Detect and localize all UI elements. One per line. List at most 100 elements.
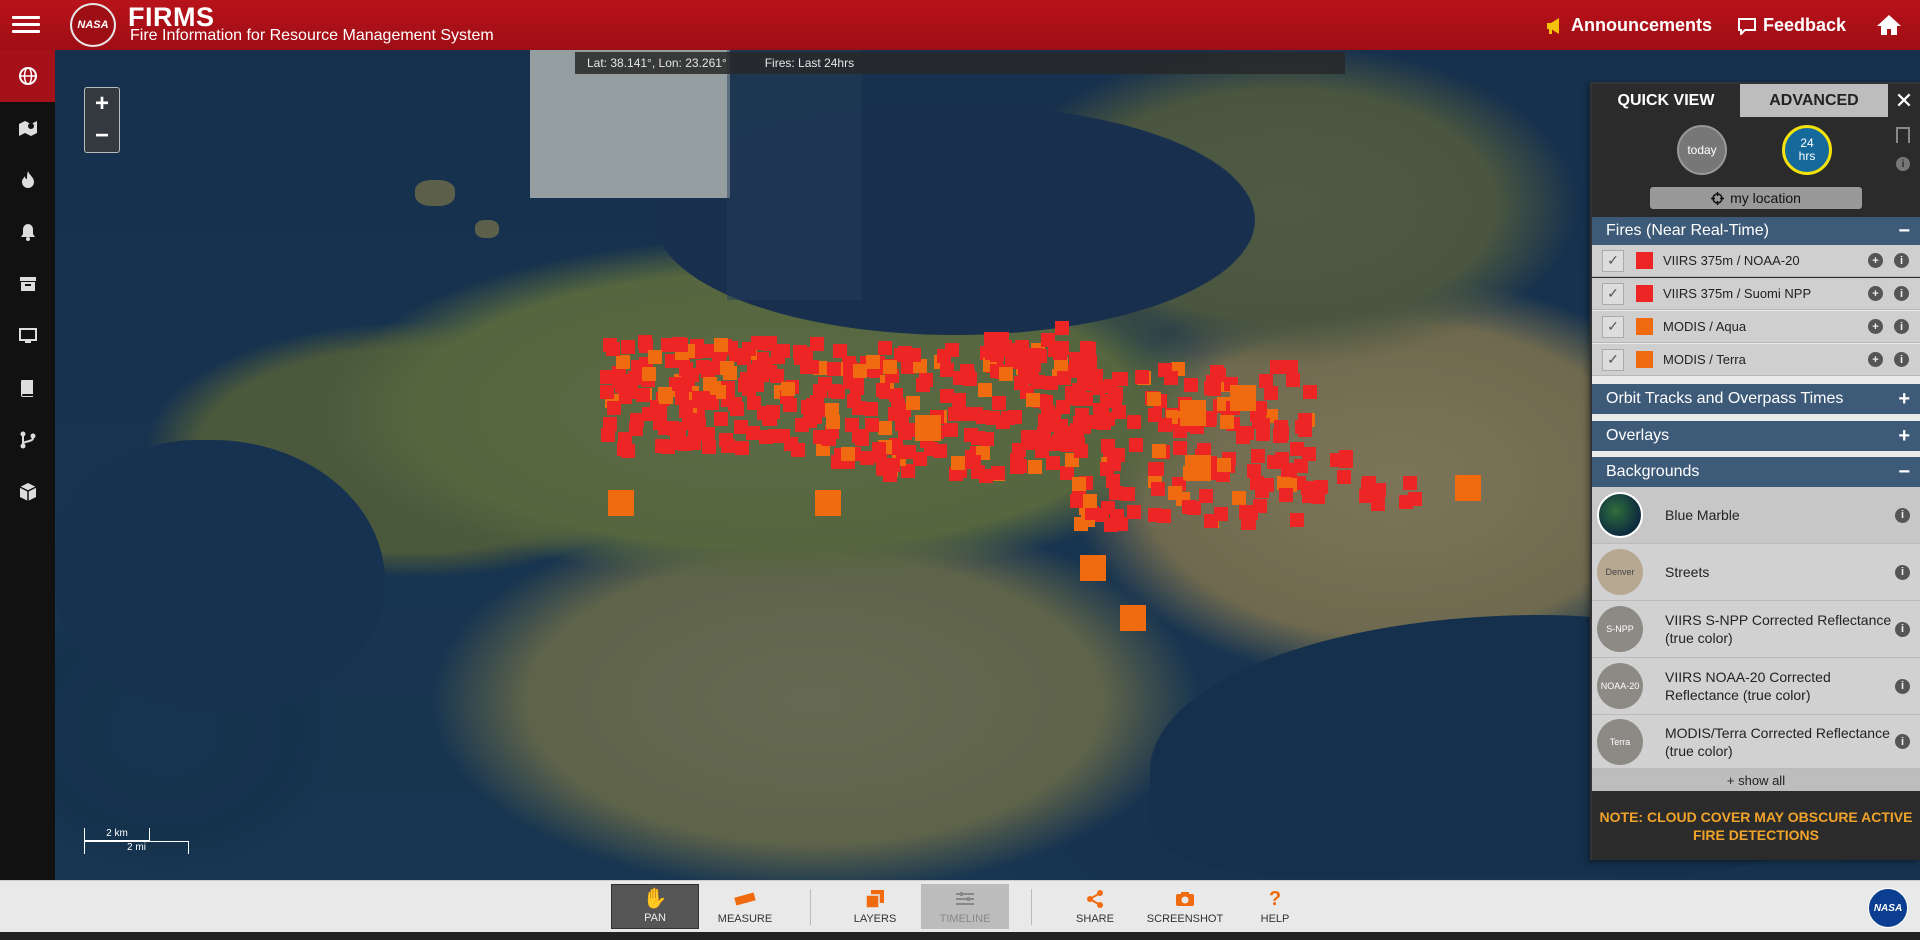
fire-detection-marker[interactable]	[888, 406, 903, 421]
fire-detection-marker[interactable]	[780, 382, 795, 397]
fire-detection-marker[interactable]	[1219, 414, 1234, 429]
fire-detection-marker[interactable]	[865, 417, 880, 432]
fire-detection-marker[interactable]	[841, 446, 856, 461]
fire-detection-marker[interactable]	[833, 343, 848, 358]
fire-detection-marker[interactable]	[1027, 460, 1042, 475]
fire-detection-marker[interactable]	[734, 419, 749, 434]
fire-detection-marker[interactable]	[852, 400, 867, 415]
fire-detection-marker[interactable]	[1057, 371, 1072, 386]
fire-detection-marker[interactable]	[1407, 491, 1422, 506]
fire-detection-marker[interactable]	[866, 355, 881, 370]
fire-detection-marker[interactable]	[686, 436, 701, 451]
fire-detection-marker[interactable]	[877, 420, 892, 435]
fire-detection-marker[interactable]	[966, 455, 981, 470]
my-location-button[interactable]: my location	[1650, 187, 1862, 209]
screenshot-tool[interactable]: SCREENSHOT	[1141, 884, 1229, 929]
fire-detection-marker[interactable]	[1455, 475, 1481, 501]
layer-row[interactable]: ✓ MODIS / Terra + i	[1592, 344, 1920, 376]
fire-detection-marker[interactable]	[620, 340, 635, 355]
fire-detection-marker[interactable]	[1120, 605, 1146, 631]
layer-checkbox[interactable]: ✓	[1602, 249, 1624, 272]
plus-circle-icon[interactable]: +	[1868, 253, 1883, 268]
fire-detection-marker[interactable]	[701, 395, 716, 410]
sidebar-item-map[interactable]	[0, 102, 55, 154]
fire-detection-marker[interactable]	[1146, 392, 1161, 407]
fire-detection-marker[interactable]	[736, 350, 751, 365]
fire-detection-marker[interactable]	[1371, 496, 1386, 511]
sidebar-item-archive[interactable]	[0, 258, 55, 310]
zoom-in-button[interactable]: +	[85, 88, 119, 120]
overlays-section-header[interactable]: Overlays +	[1592, 421, 1920, 451]
fire-detection-marker[interactable]	[1402, 475, 1417, 490]
fire-detection-marker[interactable]	[1172, 440, 1187, 455]
info-icon[interactable]: i	[1894, 319, 1909, 334]
fire-detection-marker[interactable]	[1294, 458, 1309, 473]
bookmark-icon[interactable]	[1896, 127, 1910, 143]
plus-circle-icon[interactable]: +	[1868, 352, 1883, 367]
info-icon[interactable]: i	[1894, 286, 1909, 301]
background-option[interactable]: NOAA-20 VIIRS NOAA-20 Corrected Reflecta…	[1592, 658, 1920, 715]
fire-detection-marker[interactable]	[1206, 375, 1221, 390]
fire-detection-marker[interactable]	[1147, 462, 1162, 477]
fire-detection-marker[interactable]	[1198, 489, 1213, 504]
fire-detection-marker[interactable]	[696, 359, 711, 374]
fire-detection-marker[interactable]	[820, 431, 835, 446]
plus-circle-icon[interactable]: +	[1868, 286, 1883, 301]
layer-checkbox[interactable]: ✓	[1602, 315, 1624, 338]
sidebar-item-branch[interactable]	[0, 414, 55, 466]
fire-detection-marker[interactable]	[1185, 455, 1211, 481]
fire-detection-marker[interactable]	[1053, 432, 1068, 447]
close-panel-button[interactable]: ✕	[1888, 84, 1920, 117]
fire-detection-marker[interactable]	[943, 423, 958, 438]
fire-detection-marker[interactable]	[679, 404, 694, 419]
fire-detection-marker[interactable]	[762, 336, 777, 351]
fire-detection-marker[interactable]	[1099, 393, 1114, 408]
fire-detection-marker[interactable]	[702, 376, 717, 391]
fire-detection-marker[interactable]	[889, 388, 904, 403]
fire-detection-marker[interactable]	[671, 436, 686, 451]
fire-detection-marker[interactable]	[1216, 457, 1231, 472]
background-option[interactable]: Blue Marble i	[1592, 487, 1920, 544]
sidebar-item-fire[interactable]	[0, 154, 55, 206]
fire-detection-marker[interactable]	[1372, 482, 1387, 497]
fire-detection-marker[interactable]	[673, 338, 688, 353]
fire-detection-marker[interactable]	[1152, 444, 1167, 459]
fire-detection-marker[interactable]	[1252, 499, 1267, 514]
fire-detection-marker[interactable]	[1100, 412, 1115, 427]
info-icon[interactable]: i	[1894, 253, 1909, 268]
fire-detection-marker[interactable]	[630, 412, 645, 427]
background-option[interactable]: Terra MODIS/Terra Corrected Reflectance …	[1592, 715, 1920, 769]
today-button[interactable]: today	[1677, 125, 1727, 175]
orbit-section-header[interactable]: Orbit Tracks and Overpass Times +	[1592, 384, 1920, 414]
info-icon[interactable]: i	[1895, 734, 1910, 749]
fire-detection-marker[interactable]	[1250, 449, 1265, 464]
fire-detection-marker[interactable]	[828, 384, 843, 399]
fire-detection-marker[interactable]	[1232, 490, 1247, 505]
fire-detection-marker[interactable]	[954, 406, 969, 421]
fire-detection-marker[interactable]	[602, 417, 617, 432]
fire-detection-marker[interactable]	[714, 412, 729, 427]
layer-checkbox[interactable]: ✓	[1602, 348, 1624, 371]
info-icon[interactable]: i	[1895, 507, 1910, 523]
fire-detection-marker[interactable]	[855, 432, 870, 447]
fire-detection-marker[interactable]	[1000, 410, 1015, 425]
fire-detection-marker[interactable]	[1311, 489, 1326, 504]
fire-detection-marker[interactable]	[951, 456, 965, 471]
fire-detection-marker[interactable]	[730, 402, 745, 417]
fire-detection-marker[interactable]	[989, 347, 1004, 362]
fire-detection-marker[interactable]	[1069, 423, 1084, 437]
fire-detection-marker[interactable]	[882, 359, 897, 374]
fire-detection-marker[interactable]	[795, 417, 810, 432]
feedback-link[interactable]: Feedback	[1737, 15, 1846, 36]
fire-detection-marker[interactable]	[674, 390, 689, 405]
tab-advanced[interactable]: ADVANCED	[1740, 84, 1888, 117]
fire-detection-marker[interactable]	[945, 342, 960, 357]
fire-detection-marker[interactable]	[678, 377, 693, 392]
fire-detection-marker[interactable]	[952, 393, 967, 408]
fire-detection-marker[interactable]	[1099, 461, 1114, 476]
sidebar-item-3d[interactable]	[0, 466, 55, 518]
layer-row[interactable]: ✓ MODIS / Aqua + i	[1592, 311, 1920, 343]
sidebar-item-alerts[interactable]	[0, 206, 55, 258]
fire-detection-marker[interactable]	[1330, 453, 1345, 468]
fire-detection-marker[interactable]	[741, 382, 756, 397]
